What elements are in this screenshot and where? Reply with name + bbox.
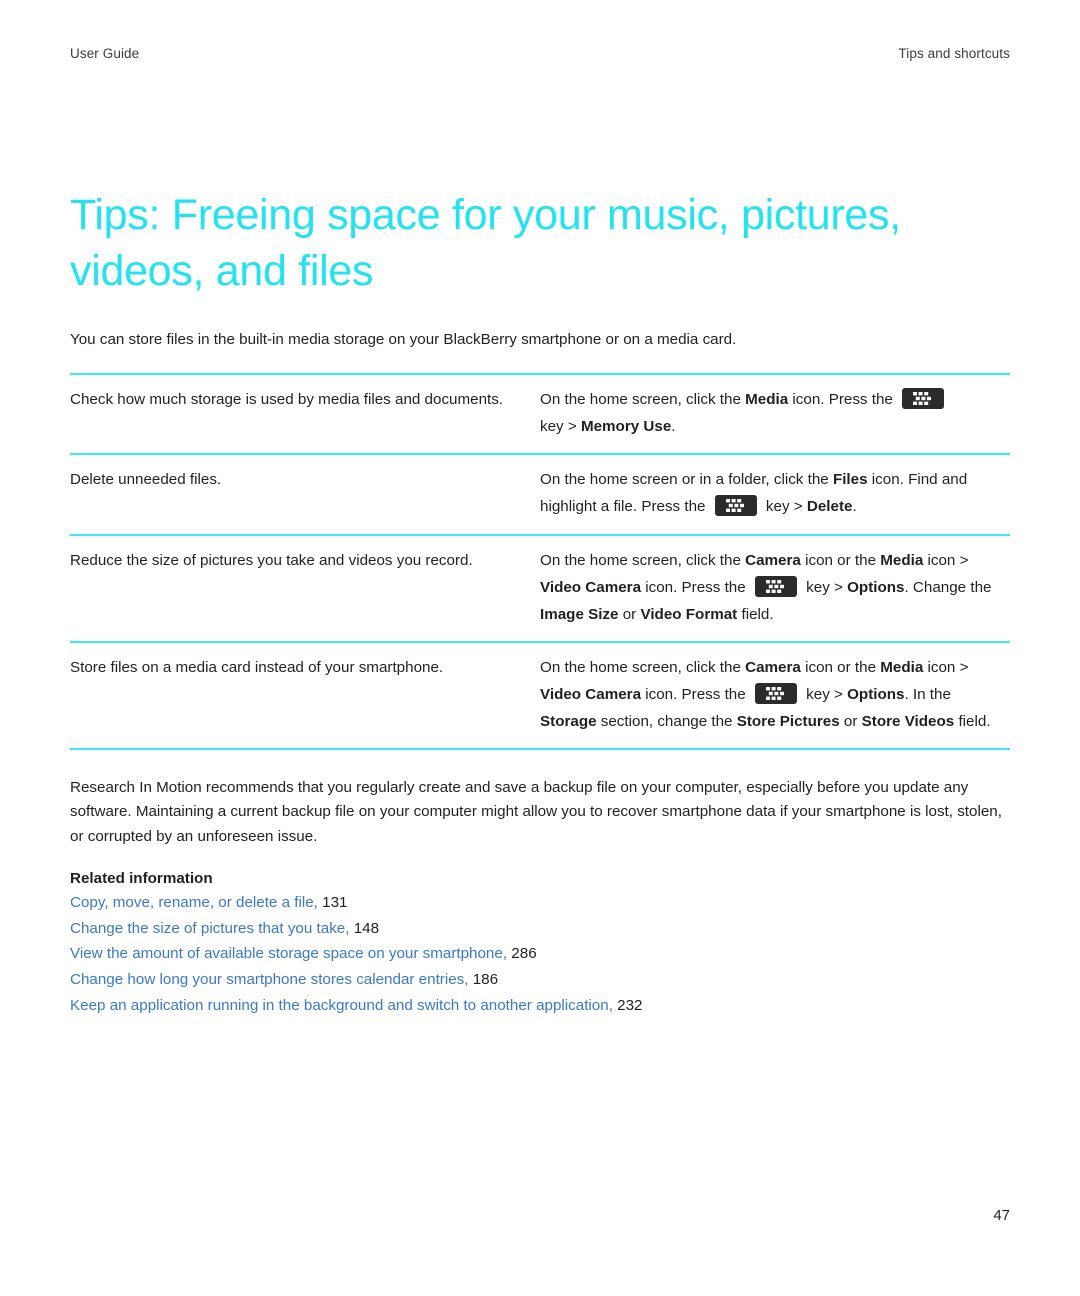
page-content: Tips: Freeing space for your music, pict… bbox=[70, 188, 1010, 1019]
related-information-title: Related information bbox=[70, 869, 213, 887]
action-text: icon or the bbox=[800, 551, 881, 569]
table-cell-task: Check how much storage is used by media … bbox=[70, 391, 504, 409]
action-emphasis: Files bbox=[832, 471, 868, 489]
action-text: icon or the bbox=[800, 658, 881, 676]
action-emphasis: Video Camera bbox=[540, 578, 642, 596]
action-emphasis: Image Size bbox=[540, 605, 619, 623]
action-emphasis: Media bbox=[745, 391, 789, 409]
closing-paragraph: Research In Motion recommends that you r… bbox=[70, 778, 1002, 846]
action-text: On the home screen, click the bbox=[540, 391, 746, 409]
related-link-text[interactable]: Keep an application running in the backg… bbox=[70, 997, 613, 1014]
related-link[interactable]: View the amount of available storage spa… bbox=[70, 941, 1010, 967]
action-text: key > bbox=[540, 418, 581, 436]
table-row: Store files on a media card instead of y… bbox=[70, 640, 1010, 749]
action-emphasis: Video Format bbox=[640, 605, 738, 623]
action-emphasis: Memory Use bbox=[580, 418, 672, 436]
action-text: field. bbox=[954, 712, 991, 730]
action-text: key > bbox=[801, 685, 848, 703]
table-cell-action: On the home screen, click the Media icon… bbox=[540, 374, 1010, 454]
document-page: User Guide Tips and shortcuts Tips: Free… bbox=[0, 0, 1080, 1296]
action-text: key > bbox=[761, 498, 807, 516]
action-text: icon > bbox=[923, 658, 969, 676]
action-text: . Change the bbox=[904, 578, 992, 596]
related-information-section: Related information Copy, move, rename, … bbox=[70, 870, 1010, 1019]
running-header-right: Tips and shortcuts bbox=[898, 46, 1010, 61]
table-cell-action: On the home screen, click the Camera ico… bbox=[540, 533, 1010, 642]
action-emphasis: Video Camera bbox=[540, 685, 642, 703]
related-link-text[interactable]: Copy, move, rename, or delete a file, bbox=[70, 894, 318, 911]
related-link[interactable]: Change the size of pictures that you tak… bbox=[70, 916, 1010, 942]
related-link-page: 232 bbox=[617, 997, 643, 1015]
action-text: icon. Press the bbox=[641, 685, 750, 703]
action-emphasis: Media bbox=[880, 658, 924, 676]
action-text: icon. Press the bbox=[788, 391, 898, 409]
related-link-page: 131 bbox=[322, 893, 348, 911]
action-text: On the home screen, click the bbox=[540, 658, 746, 676]
table-cell-task: Store files on a media card instead of y… bbox=[70, 640, 540, 749]
table-row: Delete unneeded files. On the home scree… bbox=[70, 453, 1010, 535]
related-link-text[interactable]: Change the size of pictures that you tak… bbox=[70, 920, 349, 937]
action-text: key > bbox=[801, 578, 848, 596]
action-text: icon. Press the bbox=[641, 578, 750, 596]
related-link[interactable]: Change how long your smartphone stores c… bbox=[70, 967, 1010, 993]
action-text: or bbox=[618, 605, 641, 623]
action-emphasis: Store Videos bbox=[861, 712, 955, 730]
table-cell-action: On the home screen or in a folder, click… bbox=[540, 453, 1010, 535]
action-emphasis: Media bbox=[880, 551, 924, 569]
table-row: Check how much storage is used by media … bbox=[70, 374, 1010, 454]
table-cell-task: Delete unneeded files. bbox=[70, 453, 540, 535]
action-text: field. bbox=[737, 605, 774, 623]
action-text: . bbox=[671, 418, 676, 436]
table-cell-task: Reduce the size of pictures you take and… bbox=[70, 533, 540, 642]
related-link-page: 286 bbox=[511, 945, 537, 963]
related-link-page: 148 bbox=[353, 919, 380, 937]
action-emphasis: Delete bbox=[806, 498, 853, 516]
action-emphasis: Camera bbox=[745, 658, 801, 676]
action-text: section, change the bbox=[596, 712, 737, 730]
action-text: . In the bbox=[904, 685, 951, 703]
action-emphasis: Options bbox=[847, 578, 905, 596]
blackberry-menu-key-icon bbox=[754, 682, 797, 704]
tips-table: Check how much storage is used by media … bbox=[70, 373, 1010, 750]
action-emphasis: Storage bbox=[540, 712, 597, 730]
action-emphasis: Store Pictures bbox=[736, 712, 840, 730]
related-link-text[interactable]: Change how long your smartphone stores c… bbox=[70, 971, 468, 988]
related-link[interactable]: Keep an application running in the backg… bbox=[70, 993, 1010, 1019]
running-header-left: User Guide bbox=[70, 46, 140, 61]
blackberry-menu-key-icon bbox=[714, 495, 757, 517]
page-number: 47 bbox=[993, 1207, 1010, 1224]
related-link-text[interactable]: View the amount of available storage spa… bbox=[70, 945, 507, 962]
related-link-page: 186 bbox=[472, 971, 499, 989]
action-text: or bbox=[839, 712, 862, 730]
running-header: User Guide Tips and shortcuts bbox=[70, 46, 1010, 61]
action-emphasis: Camera bbox=[745, 551, 801, 569]
related-link[interactable]: Copy, move, rename, or delete a file, 13… bbox=[70, 890, 1010, 916]
table-cell-action: On the home screen, click the Camera ico… bbox=[540, 640, 1010, 749]
intro-paragraph: You can store files in the built-in medi… bbox=[70, 330, 737, 348]
table-row: Reduce the size of pictures you take and… bbox=[70, 533, 1010, 642]
action-text: icon > bbox=[923, 551, 969, 569]
action-text: On the home screen, click the bbox=[540, 551, 746, 569]
action-text: On the home screen or in a folder, click… bbox=[540, 471, 833, 489]
blackberry-menu-key-icon bbox=[902, 388, 945, 410]
action-text: . bbox=[852, 498, 857, 516]
page-title: Tips: Freeing space for your music, pict… bbox=[70, 191, 901, 295]
action-emphasis: Options bbox=[847, 685, 905, 703]
blackberry-menu-key-icon bbox=[754, 575, 797, 597]
